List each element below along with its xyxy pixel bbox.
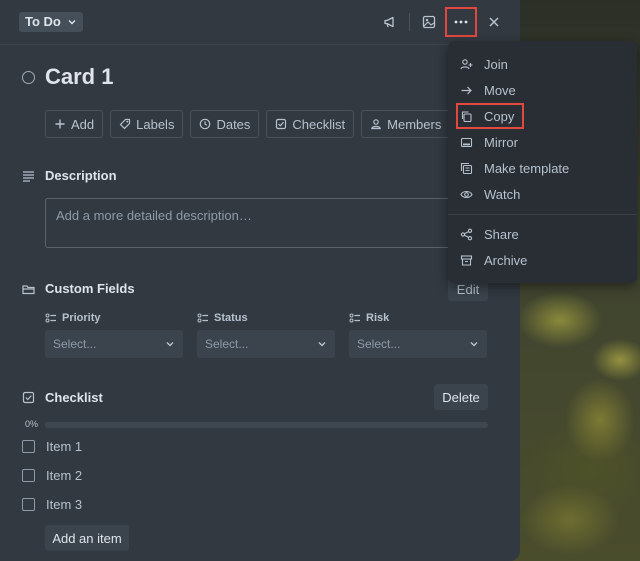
status-value: Select...	[205, 337, 249, 351]
archive-icon	[460, 254, 473, 267]
chevron-down-icon	[317, 339, 327, 349]
person-icon	[370, 118, 382, 130]
checklist-item-label[interactable]: Item 1	[46, 439, 82, 454]
close-icon[interactable]	[480, 8, 508, 36]
checklist-progress-bar	[45, 422, 488, 428]
custom-fields-title: Custom Fields	[45, 281, 135, 296]
custom-fields-icon	[22, 283, 35, 295]
menu-item-share[interactable]: Share	[460, 224, 519, 244]
custom-field-risk: Risk Select...	[349, 311, 487, 358]
checklist-item-label[interactable]: Item 2	[46, 468, 82, 483]
list-name: To Do	[25, 14, 61, 29]
checklist-item[interactable]: Item 3	[22, 497, 82, 512]
arrow-right-icon	[460, 84, 473, 97]
checkbox[interactable]	[22, 498, 35, 511]
complete-toggle-icon[interactable]	[22, 70, 35, 84]
field-label: Priority	[45, 311, 183, 325]
risk-label: Risk	[366, 312, 390, 324]
checklist-item-label[interactable]: Item 3	[46, 497, 82, 512]
description-title: Description	[45, 168, 117, 183]
header-divider	[409, 13, 410, 31]
menu-separator	[448, 214, 637, 215]
menu-item-watch[interactable]: Watch	[460, 184, 520, 204]
megaphone-icon[interactable]	[376, 8, 404, 36]
labels-label: Labels	[136, 116, 175, 132]
card-header-bar: To Do	[0, 0, 520, 45]
menu-item-label: Move	[484, 82, 516, 98]
field-label: Status	[197, 311, 335, 325]
eye-icon	[460, 188, 473, 201]
menu-item-archive[interactable]: Archive	[460, 250, 527, 270]
custom-field-status: Status Select...	[197, 311, 335, 358]
description-heading: Description	[22, 168, 117, 183]
status-label: Status	[214, 312, 248, 324]
tag-icon	[119, 118, 131, 130]
field-type-icon	[45, 313, 57, 323]
menu-item-join[interactable]: Join	[460, 54, 508, 74]
list-selector[interactable]: To Do	[19, 12, 83, 32]
checklist-item[interactable]: Item 2	[22, 468, 82, 483]
menu-item-mirror[interactable]: Mirror	[460, 132, 518, 152]
add-label: Add	[71, 116, 95, 132]
priority-label: Priority	[62, 312, 101, 324]
checklist-label: Checklist	[292, 116, 346, 132]
image-icon[interactable]	[415, 8, 443, 36]
chevron-down-icon	[67, 17, 77, 27]
checklist-title[interactable]: Checklist	[45, 390, 103, 405]
add-item-button[interactable]: Add an item	[45, 525, 129, 551]
card-title-row: Card 1	[22, 64, 113, 90]
checklist-progress-percent: 0%	[25, 419, 39, 429]
share-icon	[460, 228, 473, 241]
checkbox-icon	[22, 391, 35, 404]
custom-field-priority: Priority Select...	[45, 311, 183, 358]
description-placeholder: Add a more detailed description…	[56, 208, 252, 223]
delete-checklist-button[interactable]: Delete	[434, 384, 488, 410]
menu-item-label: Watch	[484, 186, 521, 202]
menu-item-make-template[interactable]: Make template	[460, 158, 569, 178]
members-label: Members	[387, 116, 442, 132]
checklist-heading: Checklist	[22, 390, 103, 405]
copy-highlight	[456, 103, 524, 129]
risk-select[interactable]: Select...	[349, 330, 487, 358]
person-plus-icon	[460, 58, 473, 71]
menu-item-label: Share	[484, 226, 519, 242]
priority-select[interactable]: Select...	[45, 330, 183, 358]
description-icon	[22, 170, 35, 182]
checkbox-icon	[275, 118, 287, 130]
card-actions-menu: Join Move Copy Mirror Make template Watc…	[448, 41, 637, 283]
checkbox[interactable]	[22, 469, 35, 482]
custom-fields-heading: Custom Fields	[22, 281, 135, 296]
menu-item-move[interactable]: Move	[460, 80, 516, 100]
mirror-icon	[460, 136, 473, 149]
card-title[interactable]: Card 1	[45, 64, 113, 90]
template-icon	[460, 162, 473, 175]
chevron-down-icon	[469, 339, 479, 349]
dates-button[interactable]: Dates	[190, 110, 260, 138]
menu-item-label: Archive	[484, 252, 528, 268]
menu-item-label: Join	[484, 56, 508, 72]
description-input[interactable]: Add a more detailed description…	[45, 198, 493, 248]
labels-button[interactable]: Labels	[110, 110, 184, 138]
card-detail-modal: To Do Card 1 Add Labels Dates Checklist …	[0, 0, 520, 561]
card-action-buttons: Add Labels Dates Checklist Members	[45, 110, 451, 138]
checklist-button[interactable]: Checklist	[266, 110, 355, 138]
add-button[interactable]: Add	[45, 110, 104, 138]
checkbox[interactable]	[22, 440, 35, 453]
plus-icon	[54, 118, 66, 130]
field-type-icon	[197, 313, 209, 323]
checklist-item[interactable]: Item 1	[22, 439, 82, 454]
status-select[interactable]: Select...	[197, 330, 335, 358]
more-options-highlight	[445, 7, 477, 37]
risk-value: Select...	[357, 337, 401, 351]
priority-value: Select...	[53, 337, 97, 351]
dates-label: Dates	[216, 116, 251, 132]
menu-item-label: Mirror	[484, 134, 518, 150]
menu-item-label: Make template	[484, 160, 570, 176]
field-label: Risk	[349, 311, 487, 325]
field-type-icon	[349, 313, 361, 323]
members-button[interactable]: Members	[361, 110, 451, 138]
chevron-down-icon	[165, 339, 175, 349]
clock-icon	[199, 118, 211, 130]
